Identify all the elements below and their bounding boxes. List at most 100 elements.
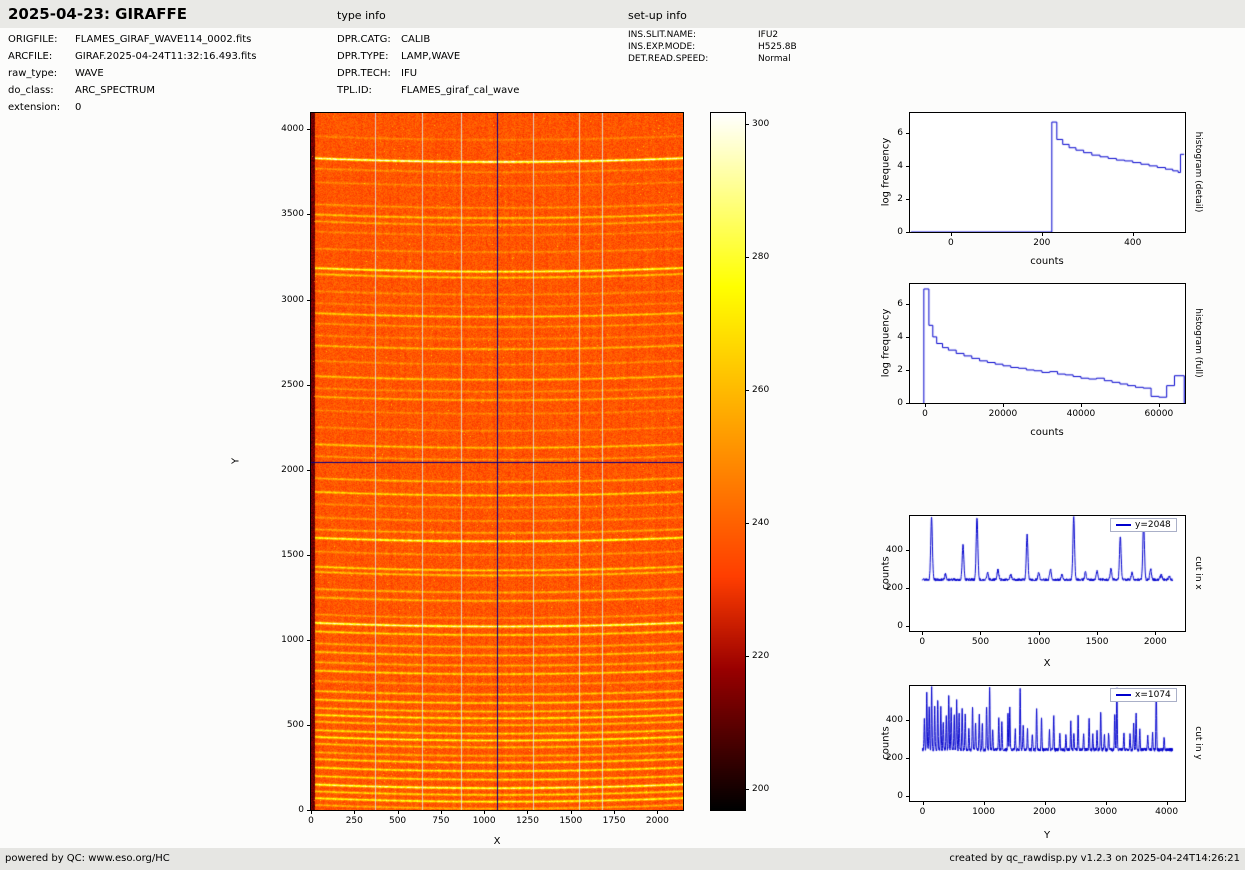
y-tick-mark — [307, 385, 310, 386]
info-value: FLAMES_GIRAF_WAVE114_0002.fits — [75, 34, 251, 45]
y-tick-label: 200 — [886, 583, 903, 593]
x-tick-mark — [1081, 404, 1082, 407]
y-tick-mark — [307, 300, 310, 301]
x-tick-label: 500 — [389, 816, 406, 826]
colorbar — [710, 112, 746, 811]
y-tick-mark — [307, 470, 310, 471]
info-label: TPL.ID: — [337, 82, 401, 99]
x-tick-label: 200 — [1033, 238, 1050, 248]
info-value: Normal — [758, 54, 791, 64]
legend-label: y=2048 — [1135, 520, 1171, 530]
info-value: FLAMES_giraf_cal_wave — [401, 85, 519, 96]
cut-x-side-label: cut in x — [1193, 556, 1203, 589]
y-tick-label: 400 — [886, 545, 903, 555]
y-tick-label: 3000 — [281, 295, 304, 305]
cut-y-side-label: cut in y — [1193, 726, 1203, 759]
x-tick-mark — [984, 802, 985, 805]
setup-info-heading: set-up info — [628, 9, 687, 22]
info-value: 0 — [75, 102, 81, 113]
x-tick-label: 500 — [972, 637, 989, 647]
info-value: IFU2 — [758, 30, 778, 40]
cut-in-y-plot — [909, 685, 1186, 802]
info-row: DPR.CATG:CALIB — [337, 31, 519, 48]
colorbar-tick-label: 260 — [752, 385, 769, 395]
info-value: ARC_SPECTRUM — [75, 85, 155, 96]
x-tick-label: 40000 — [1067, 409, 1096, 419]
colorbar-tick-mark — [746, 656, 749, 657]
info-row: DPR.TYPE:LAMP,WAVE — [337, 48, 519, 65]
x-tick-label: 0 — [948, 238, 954, 248]
qc-report-page: 2025-04-23: GIRAFFE type info set-up inf… — [0, 0, 1245, 870]
x-tick-label: 1250 — [516, 816, 539, 826]
colorbar-tick-mark — [746, 789, 749, 790]
y-tick-mark — [906, 403, 909, 404]
x-tick-mark — [614, 811, 615, 814]
y-tick-label: 0 — [897, 227, 903, 237]
x-tick-label: 1750 — [603, 816, 626, 826]
x-tick-label: 1000 — [473, 816, 496, 826]
colorbar-tick-label: 200 — [752, 784, 769, 794]
y-tick-label: 4 — [897, 332, 903, 342]
y-tick-mark — [906, 588, 909, 589]
hist-detail-y-axis-label: log frequency — [881, 138, 892, 207]
hist-detail-x-axis-label: counts — [1030, 256, 1063, 267]
y-tick-mark — [307, 640, 310, 641]
x-tick-label: 0 — [920, 807, 926, 817]
hist-full-y-axis-label: log frequency — [881, 309, 892, 378]
x-tick-label: 0 — [919, 637, 925, 647]
info-label: extension: — [8, 99, 75, 116]
colorbar-tick-mark — [746, 124, 749, 125]
info-label: ARCFILE: — [8, 48, 75, 65]
colorbar-tick-mark — [746, 523, 749, 524]
raw-frame-heatmap — [310, 112, 684, 811]
y-tick-label: 0 — [897, 791, 903, 801]
x-tick-label: 0 — [308, 816, 314, 826]
y-tick-mark — [307, 810, 310, 811]
hist-full-side-label: histogram (full) — [1193, 308, 1203, 377]
colorbar-tick-label: 240 — [752, 518, 769, 528]
x-tick-mark — [980, 632, 981, 635]
info-row: DPR.TECH:IFU — [337, 65, 519, 82]
y-tick-label: 0 — [897, 621, 903, 631]
x-tick-label: 4000 — [1155, 807, 1178, 817]
y-tick-mark — [906, 758, 909, 759]
x-tick-mark — [925, 404, 926, 407]
x-tick-label: 400 — [1124, 238, 1141, 248]
info-label: raw_type: — [8, 65, 75, 82]
y-tick-label: 500 — [287, 720, 304, 730]
info-value: WAVE — [75, 68, 104, 79]
info-label: do_class: — [8, 82, 75, 99]
cut-y-legend: x=1074 — [1110, 688, 1177, 702]
cut-in-x-plot — [909, 515, 1186, 632]
y-tick-mark — [906, 304, 909, 305]
x-tick-label: 20000 — [989, 409, 1018, 419]
y-tick-label: 2500 — [281, 380, 304, 390]
info-value: IFU — [401, 68, 417, 79]
y-tick-mark — [906, 370, 909, 371]
y-tick-mark — [906, 550, 909, 551]
y-tick-label: 6 — [897, 128, 903, 138]
y-tick-label: 4 — [897, 161, 903, 171]
hist-full-x-axis-label: counts — [1030, 427, 1063, 438]
x-tick-mark — [1039, 632, 1040, 635]
page-title: 2025-04-23: GIRAFFE — [8, 5, 187, 23]
y-tick-mark — [906, 720, 909, 721]
x-tick-label: 1000 — [972, 807, 995, 817]
x-tick-label: 3000 — [1094, 807, 1117, 817]
x-tick-label: 2000 — [1033, 807, 1056, 817]
y-tick-label: 4000 — [281, 124, 304, 134]
y-tick-mark — [906, 796, 909, 797]
x-tick-mark — [1159, 404, 1160, 407]
info-label: DPR.TECH: — [337, 65, 401, 82]
y-tick-label: 0 — [298, 805, 304, 815]
info-row: DET.READ.SPEED:Normal — [628, 53, 797, 65]
colorbar-tick-label: 280 — [752, 252, 769, 262]
header-bar: 2025-04-23: GIRAFFE type info set-up inf… — [0, 0, 1245, 28]
info-label: DET.READ.SPEED: — [628, 53, 758, 65]
y-tick-label: 200 — [886, 753, 903, 763]
y-tick-mark — [906, 626, 909, 627]
info-value: CALIB — [401, 34, 430, 45]
y-tick-label: 2 — [897, 365, 903, 375]
setup-info-block: INS.SLIT.NAME:IFU2 INS.EXP.MODE:H525.8B … — [628, 29, 797, 65]
y-tick-mark — [307, 725, 310, 726]
